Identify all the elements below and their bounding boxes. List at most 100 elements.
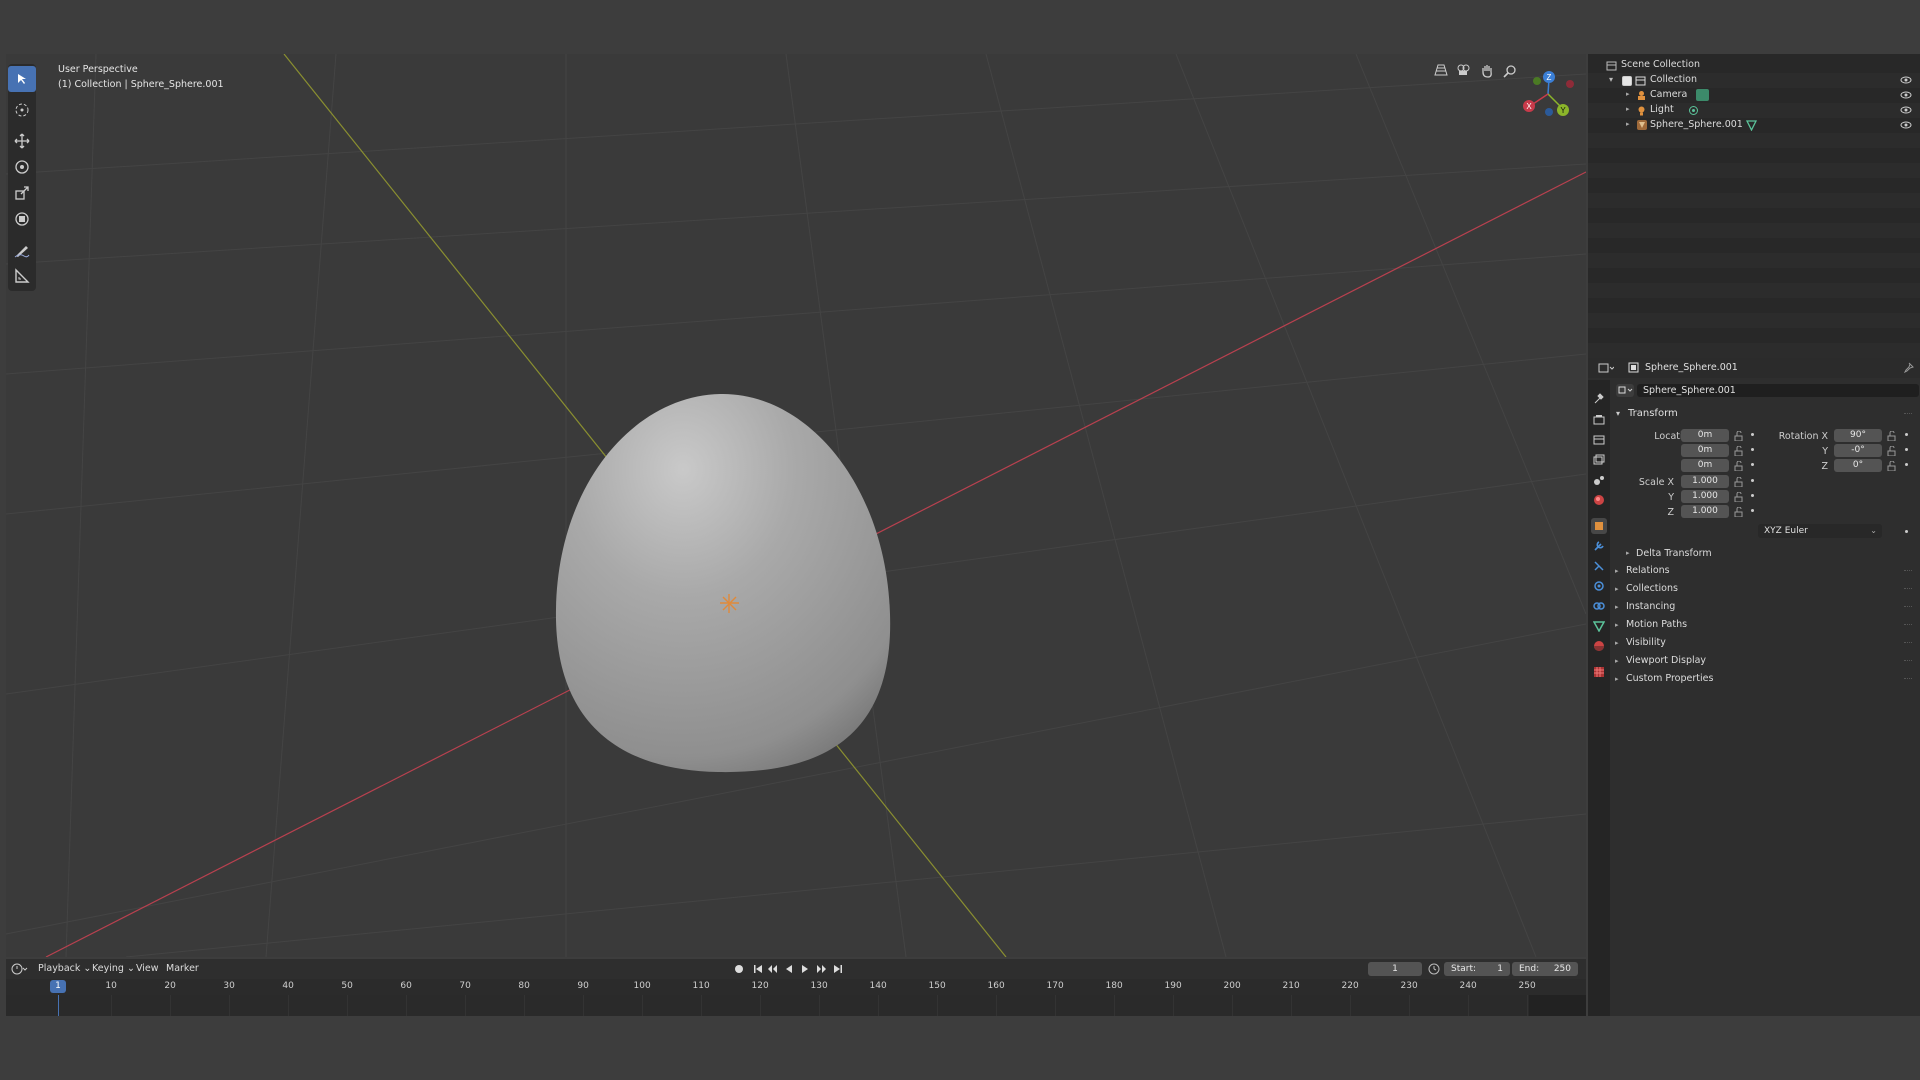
- lock-icon[interactable]: [1734, 491, 1744, 505]
- lock-icon[interactable]: [1734, 476, 1744, 490]
- panel-visibility[interactable]: ▸ Visibility: [1612, 635, 1918, 652]
- panel-instancing[interactable]: ▸ Instancing: [1612, 599, 1918, 616]
- light-data-icon[interactable]: [1688, 105, 1699, 119]
- pan-hand-icon[interactable]: [1480, 64, 1500, 84]
- marker-menu[interactable]: Marker: [166, 963, 199, 974]
- outliner-row-collection[interactable]: ▾ Collection: [1588, 73, 1920, 88]
- keyframe-dot-icon[interactable]: [1905, 463, 1908, 466]
- timeline-ruler[interactable]: 10 20 30 40 50 60 70 80 90 100 110 120 130 140 150 160 1…: [6, 979, 1586, 995]
- editor-type-icon[interactable]: [1598, 362, 1615, 377]
- camera-data-icon[interactable]: [1696, 89, 1709, 101]
- preview-range-clock-icon[interactable]: [1428, 963, 1440, 978]
- playback-menu[interactable]: Playback ⌄: [38, 963, 91, 974]
- jump-end-icon[interactable]: [831, 962, 844, 975]
- modifier-tab-icon[interactable]: [1591, 538, 1607, 554]
- lock-icon[interactable]: [1734, 445, 1744, 459]
- lock-icon[interactable]: [1734, 460, 1744, 474]
- object-selector-icon[interactable]: [1616, 384, 1634, 397]
- 3d-viewport[interactable]: Z Y X User Perspective (1) Collection | …: [6, 54, 1586, 957]
- keying-menu[interactable]: Keying ⌄: [92, 963, 135, 974]
- scene-tab-icon[interactable]: [1591, 472, 1607, 488]
- mesh-data-icon[interactable]: [1745, 120, 1758, 134]
- play-reverse-icon[interactable]: [782, 962, 795, 975]
- annotate-tool-icon[interactable]: [8, 237, 36, 263]
- expand-arrow-icon[interactable]: ▸: [1626, 105, 1630, 113]
- delta-transform-subpanel[interactable]: ▸ Delta Transform: [1622, 546, 1918, 562]
- keyframe-dot-icon[interactable]: [1751, 448, 1754, 451]
- material-tab-icon[interactable]: [1591, 638, 1607, 654]
- collapse-arrow-icon[interactable]: ▾: [1609, 75, 1613, 84]
- timeline-body[interactable]: [6, 995, 1586, 1016]
- location-x-field[interactable]: 0m: [1681, 429, 1729, 442]
- scale-z-field[interactable]: 1.000: [1681, 505, 1729, 518]
- next-keyframe-icon[interactable]: [814, 962, 827, 975]
- camera-view-icon[interactable]: [1457, 64, 1477, 84]
- keyframe-dot-icon[interactable]: [1905, 433, 1908, 436]
- panel-viewport-display[interactable]: ▸ Viewport Display: [1612, 653, 1918, 670]
- end-frame-field[interactable]: End: 250: [1512, 962, 1578, 976]
- record-icon[interactable]: [732, 962, 745, 975]
- select-box-tool-icon[interactable]: [8, 66, 36, 92]
- scale-y-field[interactable]: 1.000: [1681, 490, 1729, 503]
- keyframe-dot-icon[interactable]: [1751, 433, 1754, 436]
- mesh-data-tab-icon[interactable]: [1591, 618, 1607, 634]
- exclude-checkbox[interactable]: [1622, 76, 1632, 86]
- current-frame-field[interactable]: 1: [1368, 962, 1422, 976]
- location-y-field[interactable]: 0m: [1681, 444, 1729, 457]
- object-name-field[interactable]: Sphere_Sphere.001: [1637, 384, 1919, 397]
- playhead-frame-marker[interactable]: 1: [50, 980, 66, 993]
- scale-x-field[interactable]: 1.000: [1681, 475, 1729, 488]
- panel-custom-properties[interactable]: ▸ Custom Properties: [1612, 671, 1918, 688]
- panel-motion-paths[interactable]: ▸ Motion Paths: [1612, 617, 1918, 634]
- lock-icon[interactable]: [1887, 430, 1897, 444]
- lock-icon[interactable]: [1734, 430, 1744, 444]
- lock-icon[interactable]: [1887, 460, 1897, 474]
- pin-icon[interactable]: [1903, 362, 1914, 376]
- constraints-tab-icon[interactable]: [1591, 598, 1607, 614]
- editor-type-clock-icon[interactable]: [10, 962, 28, 979]
- lock-icon[interactable]: [1734, 506, 1744, 520]
- move-tool-icon[interactable]: [8, 128, 36, 154]
- outliner-row-sphere[interactable]: ▸ Sphere_Sphere.001: [1588, 118, 1920, 133]
- panel-relations[interactable]: ▸ Relations: [1612, 563, 1918, 580]
- outliner-row-camera[interactable]: ▸ Camera: [1588, 88, 1920, 103]
- location-z-field[interactable]: 0m: [1681, 459, 1729, 472]
- transform-tool-icon[interactable]: [8, 206, 36, 232]
- eye-icon[interactable]: [1900, 120, 1912, 133]
- panel-collections[interactable]: ▸ Collections: [1612, 581, 1918, 598]
- rotation-y-field[interactable]: -0°: [1834, 444, 1882, 457]
- transform-panel-header[interactable]: ▾ Transform: [1612, 406, 1918, 422]
- start-frame-field[interactable]: Start: 1: [1444, 962, 1510, 976]
- object-tab-icon[interactable]: [1591, 518, 1607, 534]
- expand-arrow-icon[interactable]: ▸: [1626, 90, 1630, 98]
- eye-icon[interactable]: [1900, 105, 1912, 118]
- measure-tool-icon[interactable]: [8, 263, 36, 289]
- view-layer-tab-icon[interactable]: [1591, 452, 1607, 468]
- eye-icon[interactable]: [1900, 90, 1912, 103]
- view-menu[interactable]: View: [136, 963, 159, 974]
- render-tab-icon[interactable]: [1591, 412, 1607, 428]
- outliner-row-scene-collection[interactable]: Scene Collection: [1588, 58, 1920, 73]
- tool-tab-icon[interactable]: [1591, 390, 1607, 406]
- texture-tab-icon[interactable]: [1591, 664, 1607, 680]
- output-tab-icon[interactable]: [1591, 432, 1607, 448]
- play-icon[interactable]: [798, 962, 811, 975]
- rotate-tool-icon[interactable]: [8, 154, 36, 180]
- world-tab-icon[interactable]: [1591, 492, 1607, 508]
- eye-icon[interactable]: [1900, 75, 1912, 88]
- perspective-toggle-icon[interactable]: [1434, 64, 1454, 84]
- zoom-icon[interactable]: [1503, 64, 1523, 84]
- rotation-x-field[interactable]: 90°: [1834, 429, 1882, 442]
- cursor-tool-icon[interactable]: [8, 97, 36, 123]
- keyframe-dot-icon[interactable]: [1751, 479, 1754, 482]
- scale-tool-icon[interactable]: [8, 180, 36, 206]
- keyframe-dot-icon[interactable]: [1751, 463, 1754, 466]
- keyframe-dot-icon[interactable]: [1751, 494, 1754, 497]
- prev-keyframe-icon[interactable]: [766, 962, 779, 975]
- keyframe-dot-icon[interactable]: [1751, 509, 1754, 512]
- rotation-z-field[interactable]: 0°: [1834, 459, 1882, 472]
- lock-icon[interactable]: [1887, 445, 1897, 459]
- physics-tab-icon[interactable]: [1591, 578, 1607, 594]
- particles-tab-icon[interactable]: [1591, 558, 1607, 574]
- rotation-mode-dropdown[interactable]: XYZ Euler ⌄: [1758, 524, 1882, 538]
